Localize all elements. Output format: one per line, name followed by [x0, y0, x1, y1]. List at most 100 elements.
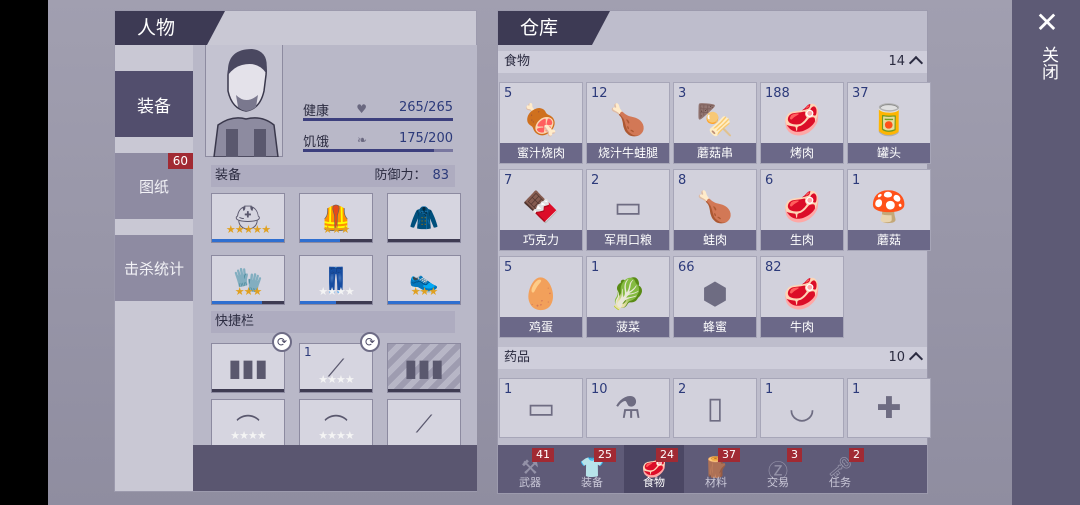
equipment-slot[interactable]: 🧥	[387, 193, 461, 243]
close-label[interactable]: 关闭	[1038, 46, 1058, 80]
beef-icon: 🥩	[783, 277, 821, 312]
first-aid-kit-icon: ✚	[876, 391, 902, 426]
chevron-up-icon[interactable]	[908, 55, 924, 71]
item-count: 3	[678, 86, 687, 101]
food-item[interactable]: 5 🥚 鸡蛋	[499, 256, 583, 338]
swap-icon[interactable]: ⟳	[360, 332, 380, 352]
category-tab[interactable]: 🪵 材料 37	[686, 445, 746, 493]
medicine-item[interactable]: 1 ▭	[499, 378, 583, 438]
medicine-section-header[interactable]: 药品 10	[498, 347, 927, 369]
ammo-icon: ▮▮▮	[404, 354, 444, 382]
warehouse-title: 仓库	[498, 11, 610, 45]
honeycomb-icon: ⬢	[701, 277, 729, 312]
blueprint-count-badge: 60	[167, 153, 193, 169]
durability-bar	[212, 389, 284, 392]
food-item[interactable]: 37 🥫 罐头	[847, 82, 931, 164]
swap-icon[interactable]: ⟳	[272, 332, 292, 352]
item-count: 1	[304, 345, 312, 359]
quickbar-slot[interactable]: ▮▮▮ ⟳	[211, 332, 292, 393]
can-icon: 🥫	[870, 103, 908, 138]
warehouse-panel: 仓库 食物 14 5 🍖 蜜汁烧肉 12 🍗 烧汁牛蛙腿 3 🍢 蘑菇串 188 🥩 烤肉 37 🥫 罐头 7…	[497, 10, 931, 494]
category-tab[interactable]: 🗝 任务 2	[810, 445, 870, 493]
character-footer	[193, 445, 477, 491]
category-label: 装备	[581, 476, 603, 489]
tab-equipment[interactable]: 装备	[115, 71, 193, 137]
bottle-icon: ⚗	[614, 391, 642, 426]
hunger-bar	[303, 149, 453, 152]
durability-bar	[300, 239, 372, 242]
equipment-slot[interactable]: 🧤 ★★★	[211, 255, 285, 305]
ammo-icon: ▮▮▮	[228, 354, 268, 382]
food-item[interactable]: 6 🥩 生肉	[760, 169, 844, 251]
star-rating: ★★★★★	[225, 223, 271, 236]
mushroom-icon: 🍄	[870, 190, 908, 225]
defense-value: 83	[432, 168, 449, 183]
food-item[interactable]: 1 🥬 菠菜	[586, 256, 670, 338]
category-tab[interactable]: ⚒ 武器 41	[500, 445, 560, 493]
defense-label: 防御力：	[374, 168, 427, 183]
food-item[interactable]: 7 🍫 巧克力	[499, 169, 583, 251]
item-name: 巧克力	[500, 230, 582, 250]
quickbar-slot[interactable]: ⌒ ★★★★	[211, 399, 285, 449]
durability-bar	[300, 301, 372, 304]
item-count: 37	[852, 86, 869, 101]
item-count: 12	[591, 86, 608, 101]
chevron-up-icon[interactable]	[908, 351, 924, 367]
item-count: 5	[504, 86, 513, 101]
food-item[interactable]: 3 🍢 蘑菇串	[673, 82, 757, 164]
eggs-icon: 🥚	[522, 277, 560, 312]
health-value: 265/265	[398, 100, 453, 115]
category-tab[interactable]: 🥩 食物 24	[624, 445, 684, 493]
equipment-slot[interactable]: 👟 ★★★	[387, 255, 461, 305]
close-icon[interactable]: ✕	[1034, 9, 1060, 37]
durability-bar	[212, 301, 284, 304]
quickbar-slot[interactable]: ⟋ 1 ★★★★ ⟳	[299, 332, 380, 393]
item-count: 7	[504, 173, 513, 188]
close-panel[interactable]: ✕ 关闭	[1012, 0, 1080, 505]
category-label: 武器	[519, 476, 541, 489]
star-rating: ★★★★	[318, 373, 354, 386]
medicine-item[interactable]: 1 ◡	[760, 378, 844, 438]
bandage-icon: ▭	[526, 391, 556, 426]
food-item[interactable]: 5 🍖 蜜汁烧肉	[499, 82, 583, 164]
food-item[interactable]: 82 🥩 牛肉	[760, 256, 844, 338]
category-tab[interactable]: 👕 装备 25	[562, 445, 622, 493]
medicine-item[interactable]: 1 ✚	[847, 378, 931, 438]
quickbar-slot[interactable]: ▮▮▮	[387, 343, 461, 393]
equipment-slot[interactable]: 👖 ★★★★	[299, 255, 373, 305]
mortar-icon: ◡	[788, 391, 816, 426]
medicine-item[interactable]: 10 ⚗	[586, 378, 670, 438]
food-item[interactable]: 1 🍄 蘑菇	[847, 169, 931, 251]
quickbar-header: 快捷栏	[211, 311, 455, 333]
equipment-slot[interactable]: 🦺 ★★★	[299, 193, 373, 243]
food-item[interactable]: 2 ▭ 军用口粮	[586, 169, 670, 251]
item-name: 军用口粮	[587, 230, 669, 250]
defense-readout: 防御力： 83	[374, 165, 449, 187]
food-item[interactable]: 8 🍗 蛙肉	[673, 169, 757, 251]
food-section-header[interactable]: 食物 14	[498, 51, 927, 73]
item-name: 菠菜	[587, 317, 669, 337]
tab-blueprints[interactable]: 图纸 60	[115, 153, 193, 219]
food-item[interactable]: 12 🍗 烧汁牛蛙腿	[586, 82, 670, 164]
quickbar-slot[interactable]: ⟋	[387, 399, 461, 449]
star-rating: ★★★	[322, 223, 351, 236]
quickbar-label: 快捷栏	[215, 314, 255, 329]
equipment-slot[interactable]: ⛑ ★★★★★	[211, 193, 285, 243]
food-item[interactable]: 188 🥩 烤肉	[760, 82, 844, 164]
medicine-item[interactable]: 2 ▯	[673, 378, 757, 438]
food-item[interactable]: 66 ⬢ 蜂蜜	[673, 256, 757, 338]
item-name: 鸡蛋	[500, 317, 582, 337]
item-count: 188	[765, 86, 790, 101]
durability-bar	[388, 301, 460, 304]
item-count: 66	[678, 260, 695, 275]
pill-bottle-icon: ▯	[706, 391, 724, 426]
raw-meat-icon: 🥩	[783, 190, 821, 225]
tab-kill-stats[interactable]: 击杀统计	[115, 235, 193, 301]
category-tab[interactable]: Ⓩ 交易 3	[748, 445, 808, 493]
item-name: 蘑菇	[848, 230, 930, 250]
quickbar-slot[interactable]: ⌒ ★★★★	[299, 399, 373, 449]
health-bar	[303, 118, 453, 121]
category-count-badge: 3	[787, 448, 802, 462]
durability-bar	[300, 389, 372, 392]
tab-label: 击杀统计	[123, 259, 184, 278]
